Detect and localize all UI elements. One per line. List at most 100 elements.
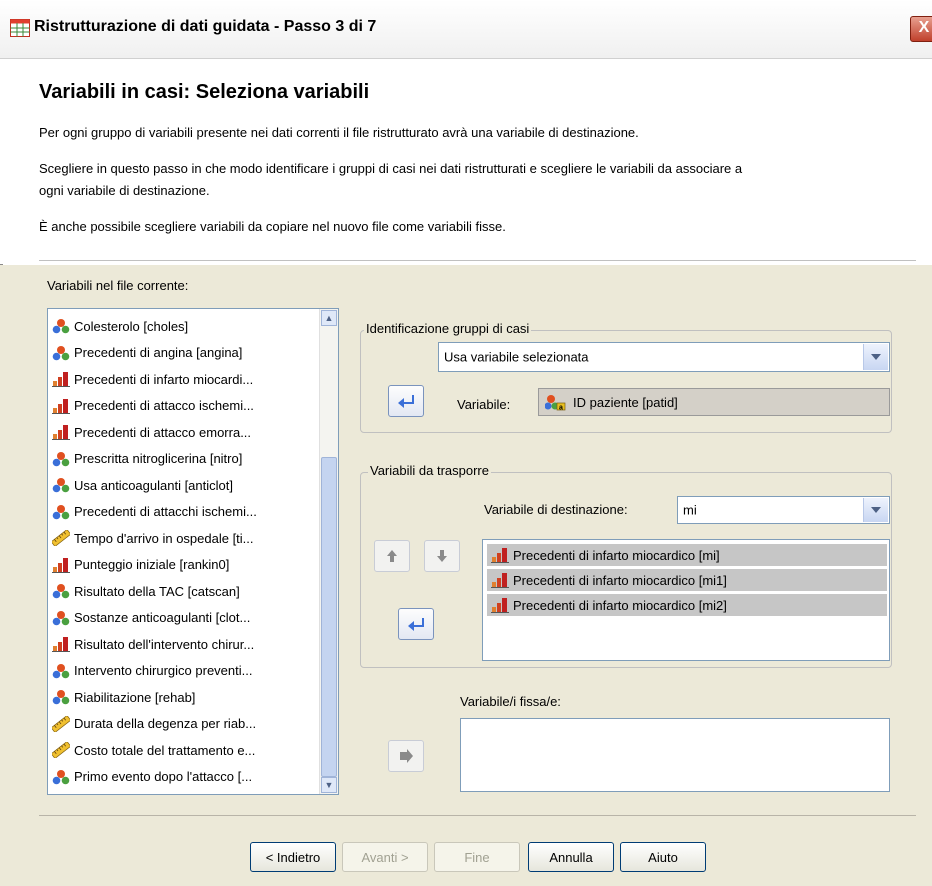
fixed-variables-label: Variabile/i fissa/e: [460, 694, 561, 709]
arrow-up-icon [387, 550, 397, 562]
list-scrollbar[interactable]: ▲ ▼ [319, 309, 338, 794]
transpose-item-label: Precedenti di infarto miocardico [mi2] [513, 597, 727, 613]
list-item[interactable]: Riabilitazione [rehab] [52, 686, 195, 708]
next-button[interactable]: Avanti > [342, 842, 428, 872]
footer-divider [39, 815, 916, 816]
description-2b: ogni variabile di destinazione. [39, 183, 210, 198]
list-item-label: Prescritta nitroglicerina [nitro] [74, 451, 243, 466]
ordinal-icon [491, 547, 509, 563]
back-button[interactable]: < Indietro [250, 842, 336, 872]
list-item[interactable]: Precedenti di attacco ischemi... [52, 395, 254, 417]
list-item[interactable]: Precedenti di attacchi ischemi... [52, 501, 257, 523]
finish-button-label: Fine [464, 849, 490, 865]
description-2a: Scegliere in questo passo in che modo id… [39, 161, 743, 176]
ordinal-icon [491, 572, 509, 588]
close-icon: X [918, 19, 930, 36]
transpose-title: Variabili da trasporre [368, 463, 491, 478]
list-item[interactable]: Precedenti di angina [angina] [52, 342, 242, 364]
arrow-left-icon [398, 395, 414, 408]
fixed-variables-list[interactable] [460, 718, 890, 792]
list-item-label: Durata della degenza per riab... [74, 716, 257, 731]
list-item[interactable]: Risultato dell'intervento chirur... [52, 633, 254, 655]
spreadsheet-icon [10, 19, 30, 37]
list-item[interactable]: Intervento chirurgico preventi... [52, 660, 252, 682]
case-group-title: Identificazione gruppi di casi [364, 321, 532, 336]
transpose-item-label: Precedenti di infarto miocardico [mi] [513, 547, 720, 563]
target-variable-dropdown[interactable]: mi [677, 496, 890, 524]
list-item[interactable]: Colesterolo [choles] [52, 315, 188, 337]
list-item-label: Precedenti di angina [angina] [74, 345, 243, 360]
case-variable-value: ID paziente [patid] [573, 395, 678, 410]
list-item[interactable]: Costo totale del trattamento e... [50, 739, 256, 761]
ordinal-icon [52, 371, 70, 387]
window-title: Ristrutturazione di dati guidata - Passo… [34, 18, 377, 35]
list-item[interactable]: Punteggio iniziale [rankin0] [52, 554, 229, 576]
cancel-button-label: Annulla [549, 849, 593, 865]
close-button[interactable]: X [910, 16, 932, 42]
list-item-label: Intervento chirurgico preventi... [74, 663, 253, 678]
list-item[interactable]: Sostanze anticoagulanti [clot... [52, 607, 250, 629]
case-method-value: Usa variabile selezionata [444, 349, 589, 365]
list-item-label: Colesterolo [choles] [74, 318, 189, 334]
list-item-label: Precedenti di attacco emorra... [74, 424, 252, 440]
scroll-down-icon[interactable]: ▼ [321, 777, 337, 793]
cancel-button[interactable]: Annulla [528, 842, 614, 872]
list-item[interactable]: Prescritta nitroglicerina [nitro] [52, 448, 242, 470]
list-item-label: Sostanze anticoagulanti [clot... [74, 610, 251, 625]
list-item-label: Precedenti di attacco ischemi... [74, 398, 254, 413]
current-vars-label: Variabili nel file corrente: [47, 278, 189, 293]
list-item-label: Risultato della TAC [catscan] [74, 583, 240, 599]
page-heading: Variabili in casi: Seleziona variabili [39, 81, 370, 103]
finish-button[interactable]: Fine [434, 842, 520, 872]
target-variable-value: mi [683, 502, 697, 518]
list-item[interactable]: Usa anticoagulanti [anticlot] [52, 474, 233, 496]
transpose-item[interactable]: Precedenti di infarto miocardico [mi] [487, 544, 887, 566]
list-item[interactable]: Precedenti di infarto miocardi... [52, 368, 253, 390]
description-3: È anche possibile scegliere variabili da… [39, 219, 506, 234]
nominal-icon [52, 504, 70, 520]
move-to-transpose-button[interactable] [398, 608, 434, 640]
arrow-right-icon [400, 749, 413, 763]
nominal-icon [52, 451, 70, 467]
list-item[interactable]: Precedenti di attacco emorra... [52, 421, 251, 443]
scroll-up-icon[interactable]: ▲ [321, 310, 337, 326]
move-to-variable-button[interactable] [388, 385, 424, 417]
list-item[interactable]: Risultato della TAC [catscan] [52, 580, 240, 602]
arrow-left-icon [408, 618, 424, 631]
move-down-button[interactable] [424, 540, 460, 572]
list-item[interactable]: Durata della degenza per riab... [50, 713, 257, 735]
move-to-fixed-button[interactable] [388, 740, 424, 772]
list-item[interactable]: Primo evento dopo l'attacco [... [52, 766, 252, 788]
transpose-list[interactable]: Precedenti di infarto miocardico [mi] Pre… [482, 539, 890, 661]
ordinal-icon [491, 597, 509, 613]
nominal-icon [52, 610, 70, 626]
title-bar: Ristrutturazione di dati guidata - Passo… [0, 0, 932, 59]
nominal-key-icon: a [545, 395, 566, 412]
move-up-button[interactable] [374, 540, 410, 572]
case-method-dropdown[interactable]: Usa variabile selezionata [438, 342, 890, 372]
current-variables-list[interactable]: Colesterolo [choles] Precedenti di angina… [47, 308, 339, 795]
help-button[interactable]: Aiuto [620, 842, 706, 872]
scale-icon [50, 740, 72, 760]
chevron-down-icon [863, 498, 888, 522]
description-1: Per ogni gruppo di variabili presente ne… [39, 125, 639, 140]
nominal-icon [52, 689, 70, 705]
list-item-label: Riabilitazione [rehab] [74, 689, 196, 705]
ordinal-icon [52, 636, 70, 652]
list-item-label: Primo evento dopo l'attacco [... [74, 769, 253, 784]
transpose-item[interactable]: Precedenti di infarto miocardico [mi2] [487, 594, 887, 616]
nominal-icon [52, 663, 70, 679]
list-item-label: Tempo d'arrivo in ospedale [ti... [74, 530, 254, 546]
list-item-label: Risultato dell'intervento chirur... [74, 636, 255, 652]
scroll-thumb[interactable] [321, 457, 337, 777]
ordinal-icon [52, 557, 70, 573]
case-variable-field[interactable]: a ID paziente [patid] [538, 388, 890, 416]
list-item[interactable]: Tempo d'arrivo in ospedale [ti... [50, 527, 254, 549]
svg-text:a: a [559, 405, 563, 412]
list-item-label: Precedenti di infarto miocardi... [74, 371, 254, 387]
nominal-icon [52, 583, 70, 599]
list-item-label: Costo totale del trattamento e... [74, 742, 256, 758]
back-button-label: < Indietro [265, 849, 321, 865]
transpose-item[interactable]: Precedenti di infarto miocardico [mi1] [487, 569, 887, 591]
ordinal-icon [52, 424, 70, 440]
